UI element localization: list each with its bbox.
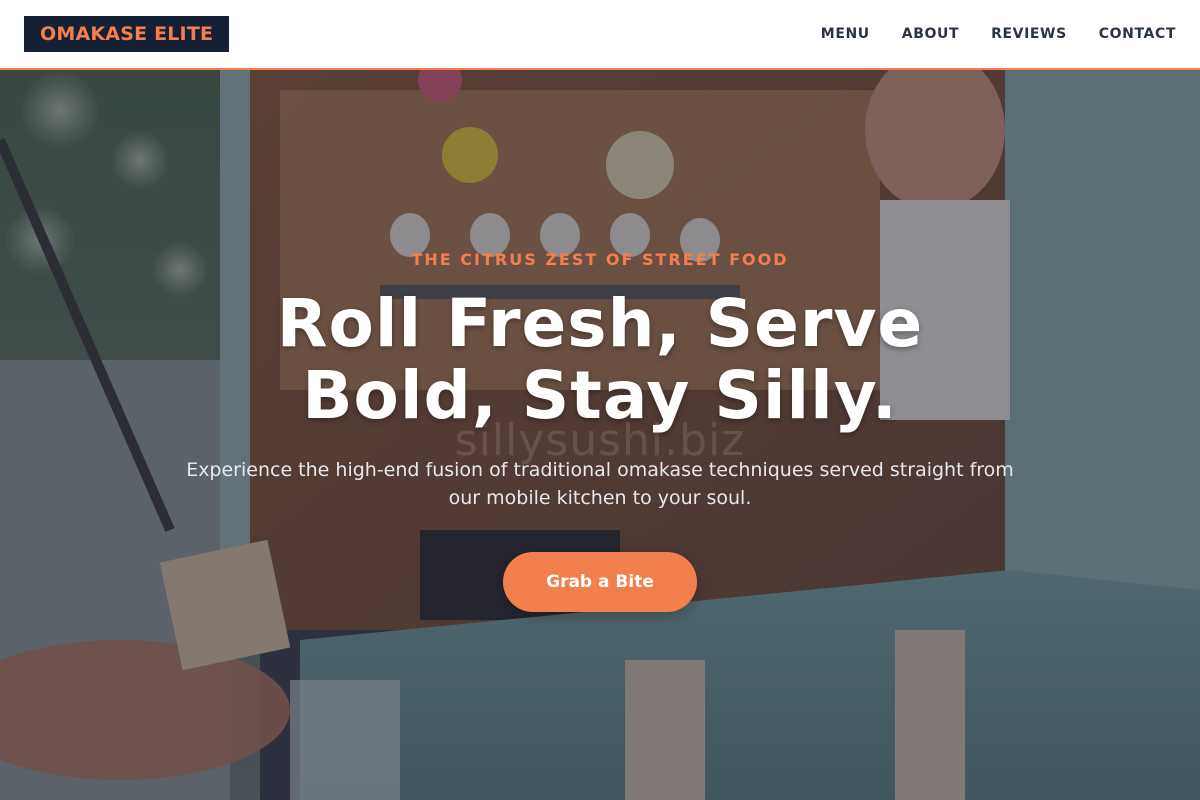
main-nav: MENU ABOUT REVIEWS CONTACT — [821, 26, 1176, 42]
hero-eyebrow: THE CITRUS ZEST OF STREET FOOD — [411, 250, 789, 269]
nav-link-contact[interactable]: CONTACT — [1099, 26, 1176, 42]
hero-headline: Roll Fresh, Serve Bold, Stay Silly. — [276, 285, 924, 434]
grab-a-bite-button[interactable]: Grab a Bite — [503, 552, 697, 612]
navbar: OMAKASE ELITE MENU ABOUT REVIEWS CONTACT — [0, 0, 1200, 70]
hero-subtext: Experience the high-end fusion of tradit… — [186, 459, 1014, 509]
nav-link-menu[interactable]: MENU — [821, 26, 870, 42]
hero-section: sillysushi.biz THE CITRUS ZEST OF STREET… — [0, 70, 1200, 800]
nav-link-reviews[interactable]: REVIEWS — [991, 26, 1067, 42]
brand-logo[interactable]: OMAKASE ELITE — [24, 16, 230, 52]
nav-link-about[interactable]: ABOUT — [902, 26, 959, 42]
hero-content: THE CITRUS ZEST OF STREET FOOD Roll Fres… — [0, 70, 1200, 800]
